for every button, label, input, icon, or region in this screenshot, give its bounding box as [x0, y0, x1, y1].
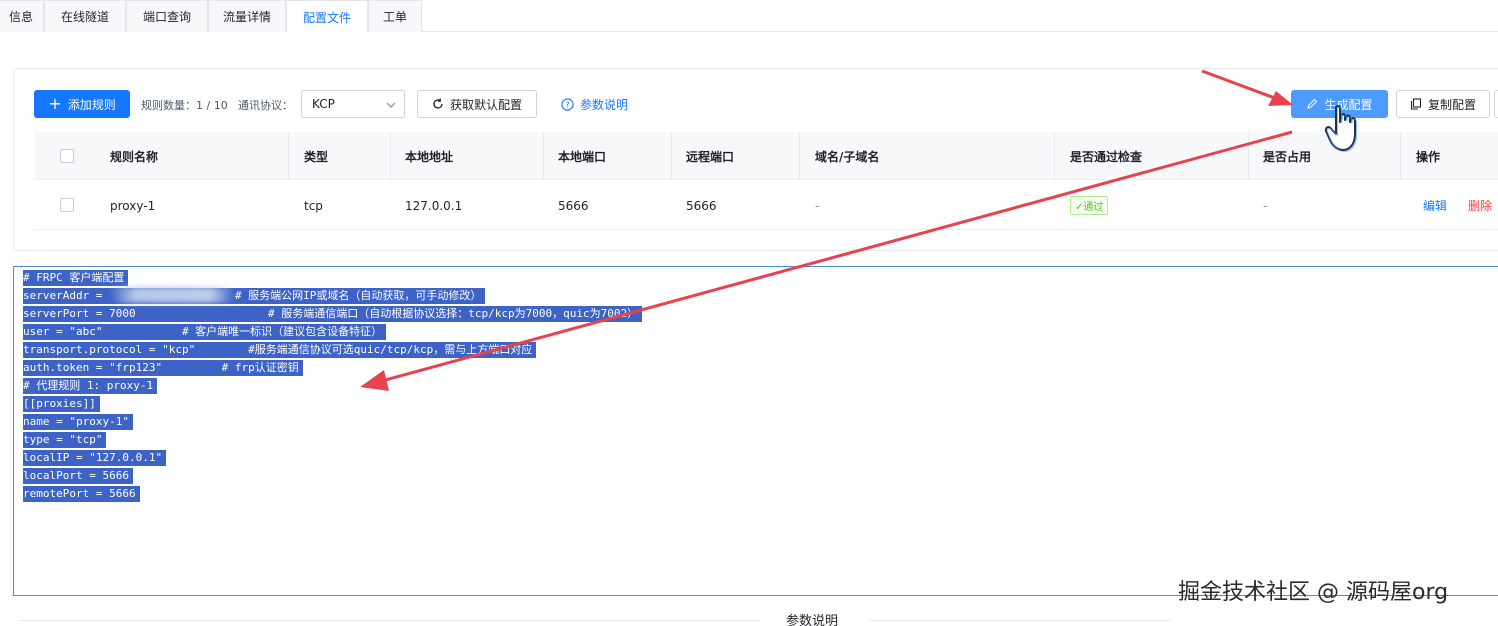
generate-config-label: 生成配置	[1324, 97, 1373, 112]
divider-left	[20, 620, 760, 621]
tab-label: 端口查询	[142, 10, 191, 24]
tab-label: 流量详情	[222, 10, 271, 24]
cell-rule-name: proxy-1	[110, 198, 156, 213]
config-line: type = "tcp"	[23, 432, 107, 448]
page-root: 信息 在线隧道 端口查询 流量详情 配置文件 工单 + 添加规则 规则数量：1 …	[0, 0, 1498, 626]
header-occupied: 是否占用	[1263, 149, 1312, 164]
param-help-label: 参数说明	[580, 98, 629, 112]
config-line: localIP = "127.0.0.1"	[23, 450, 167, 466]
delete-link[interactable]: 删除	[1468, 181, 1492, 230]
tab-label: 工单	[382, 10, 407, 24]
tab-port-query[interactable]: 端口查询	[126, 0, 208, 32]
svg-text:?: ?	[565, 101, 569, 110]
header-type: 类型	[304, 149, 329, 164]
select-all-checkbox[interactable]	[60, 149, 74, 163]
header-local-addr: 本地地址	[405, 149, 454, 164]
table-row: proxy-1 tcp 127.0.0.1 5666 5666 - ✓通过 - …	[34, 181, 1498, 230]
header-actions: 操作	[1416, 149, 1441, 164]
tab-traffic[interactable]: 流量详情	[208, 0, 286, 32]
divider-right	[870, 620, 1170, 621]
protocol-value: KCP	[312, 97, 335, 111]
more-button-edge[interactable]	[1494, 90, 1498, 118]
tab-config-file[interactable]: 配置文件	[286, 0, 368, 33]
status-badge: ✓通过	[1070, 196, 1109, 215]
config-line: transport.protocol = "kcp" #服务端通信协议可选qui…	[23, 342, 537, 358]
redacted-server-addr	[110, 287, 235, 303]
param-section-title: 参数说明	[786, 614, 839, 626]
config-line: auth.token = "frp123" # frp认证密钥	[23, 360, 303, 376]
tab-label: 配置文件	[302, 10, 351, 25]
tab-info[interactable]: 信息	[0, 0, 44, 32]
tab-tickets[interactable]: 工单	[368, 0, 422, 32]
rule-count: 规则数量：1 / 10	[141, 97, 228, 113]
add-rule-button[interactable]: + 添加规则	[34, 90, 130, 118]
chevron-down-icon	[386, 102, 396, 108]
copy-config-label: 复制配置	[1427, 97, 1476, 112]
cell-occupied: -	[1263, 198, 1268, 213]
get-default-config-label: 获取默认配置	[449, 97, 522, 112]
config-line: # 代理规则 1: proxy-1	[23, 378, 158, 394]
table-header: 规则名称 类型 本地地址 本地端口 远程端口 域名/子域名 是否通过检查 是否占…	[34, 132, 1498, 180]
header-domain: 域名/子域名	[815, 149, 880, 164]
config-line: # FRPC 客户端配置	[23, 270, 129, 286]
rule-count-value: 1 / 10	[196, 99, 228, 112]
plus-icon: +	[48, 94, 62, 113]
cell-local-port: 5666	[558, 198, 589, 213]
get-default-config-button[interactable]: 获取默认配置	[417, 90, 537, 118]
config-line: [[proxies]]	[23, 396, 100, 412]
copy-config-button[interactable]: 复制配置	[1396, 90, 1490, 118]
copy-icon	[1410, 98, 1422, 110]
config-line: serverAddr = # 服务端公网IP或域名（自动获取，可手动修改）	[23, 288, 486, 304]
cell-domain: -	[815, 198, 820, 213]
watermark-text: 掘金技术社区 @ 源码屋org	[1178, 580, 1449, 605]
help-circle-icon: ?	[561, 98, 574, 111]
header-local-port: 本地端口	[558, 149, 607, 164]
config-line: localPort = 5666	[23, 468, 133, 484]
config-line: user = "abc" # 客户端唯一标识（建议包含设备特征）	[23, 324, 387, 340]
tab-bar: 信息 在线隧道 端口查询 流量详情 配置文件 工单	[0, 0, 1498, 33]
pencil-icon	[1307, 98, 1318, 109]
config-line: name = "proxy-1"	[23, 414, 133, 430]
cell-local-addr: 127.0.0.1	[405, 198, 463, 213]
tab-label: 在线隧道	[60, 10, 109, 24]
cell-check-passed: ✓通过	[1070, 181, 1109, 230]
add-rule-label: 添加规则	[67, 97, 116, 112]
protocol-select[interactable]: KCP	[301, 90, 405, 118]
header-check-passed: 是否通过检查	[1070, 149, 1143, 164]
header-remote-port: 远程端口	[686, 149, 735, 164]
refresh-icon	[433, 98, 443, 109]
edit-link[interactable]: 编辑	[1423, 181, 1447, 230]
row-checkbox[interactable]	[60, 198, 74, 212]
config-line: remotePort = 5666	[23, 486, 140, 502]
header-rule-name: 规则名称	[110, 149, 159, 164]
protocol-label: 通讯协议：	[238, 99, 293, 112]
tab-label: 信息	[8, 10, 33, 24]
param-help-link[interactable]: ? 参数说明	[561, 96, 628, 113]
rule-count-label: 规则数量：	[141, 99, 196, 112]
cell-type: tcp	[304, 198, 323, 213]
cell-remote-port: 5666	[686, 198, 717, 213]
generate-config-button[interactable]: 生成配置	[1291, 90, 1388, 118]
tab-online-tunnels[interactable]: 在线隧道	[44, 0, 126, 32]
config-line: serverPort = 7000 # 服务端通信端口（自动根据协议选择：tcp…	[23, 306, 643, 322]
